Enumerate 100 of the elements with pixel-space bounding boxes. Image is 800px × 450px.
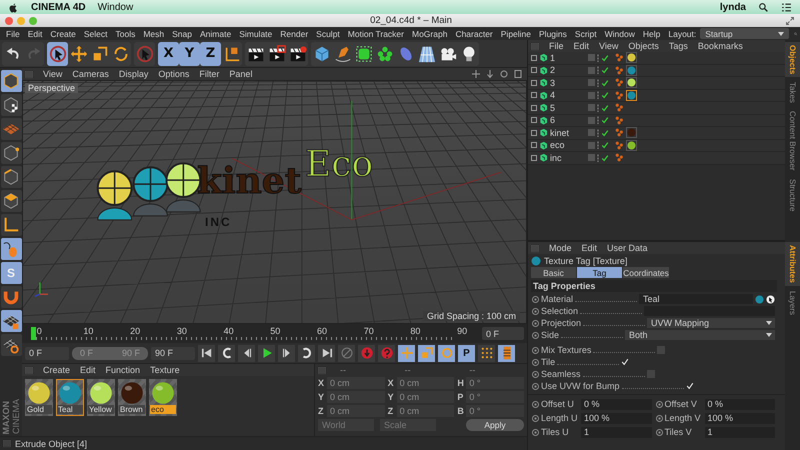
menu-item[interactable]: Mesh	[139, 28, 168, 38]
grip-icon[interactable]	[318, 366, 326, 374]
menu-item[interactable]: Script	[570, 28, 601, 38]
key-param-button[interactable]: P	[458, 344, 475, 362]
menu-item[interactable]: Edit	[570, 41, 594, 51]
menu-item[interactable]: Edit	[76, 365, 100, 375]
menu-item[interactable]: Panel	[225, 69, 256, 79]
points-button[interactable]	[0, 142, 22, 164]
menu-item[interactable]: Window	[98, 2, 134, 12]
fullscreen-icon[interactable]	[785, 16, 795, 26]
checkbox[interactable]	[657, 346, 666, 354]
menu-item[interactable]: Character	[451, 28, 497, 38]
object-name[interactable]: kinet	[550, 128, 582, 138]
phong-tag-icon[interactable]	[615, 66, 624, 75]
grip-icon[interactable]	[3, 440, 11, 447]
menu-item[interactable]: Display	[114, 69, 152, 79]
checkbox[interactable]	[686, 382, 694, 390]
layer-swatch[interactable]	[588, 79, 595, 86]
menu-item[interactable]: Tags	[664, 41, 692, 51]
menu-item[interactable]: Function	[102, 365, 144, 375]
edges-button[interactable]	[0, 166, 22, 188]
layer-swatch[interactable]	[588, 92, 595, 99]
pick-cursor-icon[interactable]	[766, 294, 775, 304]
layer-swatch[interactable]	[588, 104, 595, 112]
checkbox[interactable]	[646, 370, 655, 378]
keysel-button[interactable]	[378, 344, 395, 362]
menu-item[interactable]: Render	[276, 28, 312, 38]
phong-tag-icon[interactable]	[615, 153, 624, 162]
menu-item[interactable]: Tools	[112, 28, 140, 38]
material-swatch[interactable]: Gold	[25, 379, 53, 416]
number-field[interactable]: 100 %	[704, 412, 775, 424]
object-name[interactable]: inc	[550, 152, 582, 163]
timeline-button[interactable]	[498, 344, 515, 362]
dropdown[interactable]: Both	[625, 330, 775, 340]
menu-item[interactable]: Pipeline	[496, 28, 536, 38]
menu-item[interactable]: View	[39, 69, 66, 79]
side-tab[interactable]: Takes	[785, 79, 800, 106]
maximize-icon[interactable]	[513, 69, 523, 79]
grip-icon[interactable]	[25, 366, 33, 374]
side-tab[interactable]: Objects	[785, 42, 800, 78]
number-field[interactable]: 1	[581, 426, 652, 438]
menu-item[interactable]: Animate	[196, 28, 236, 38]
key-scale-button[interactable]	[418, 344, 435, 362]
number-field[interactable]: 0 %	[704, 398, 775, 410]
side-tab[interactable]: Attributes	[785, 242, 800, 286]
side-tab[interactable]: Content Browser	[785, 108, 800, 174]
polygons-button[interactable]	[0, 190, 22, 212]
side-tab[interactable]: Layers	[785, 288, 800, 318]
start-frame-field[interactable]: 0 F	[25, 346, 69, 360]
key-move-button[interactable]	[398, 344, 415, 362]
number-field[interactable]: 0 %	[581, 398, 652, 410]
menu-item[interactable]: Edit	[578, 243, 602, 253]
prev-frame-button[interactable]	[238, 344, 255, 362]
tweak-button[interactable]	[0, 238, 22, 260]
menu-item[interactable]: Motion Tracker	[344, 28, 408, 38]
object-name[interactable]: 3	[550, 78, 582, 88]
layer-swatch[interactable]	[588, 154, 595, 162]
apple-icon[interactable]	[8, 2, 19, 12]
rotate-view-icon[interactable]	[499, 69, 509, 79]
model-button[interactable]	[0, 70, 22, 92]
lock-button[interactable]	[0, 310, 22, 332]
search-icon[interactable]	[758, 2, 769, 12]
prev-key-button[interactable]	[218, 344, 235, 362]
attribute-tab[interactable]: Basic	[531, 267, 576, 278]
autokey-button[interactable]	[358, 344, 375, 362]
grip-icon[interactable]	[531, 244, 539, 252]
dropdown[interactable]: UVW Mapping	[647, 318, 775, 328]
material-swatch[interactable]: Yellow	[87, 379, 115, 416]
app-menu[interactable]: CINEMA 4D	[31, 2, 86, 12]
attribute-tab[interactable]: Coordinates	[623, 267, 669, 278]
menu-item[interactable]: Bookmarks	[694, 41, 747, 51]
object-name[interactable]: eco	[550, 140, 582, 150]
phong-tag-icon[interactable]	[615, 140, 624, 150]
object-name[interactable]: 2	[550, 65, 582, 76]
workplane-button[interactable]	[0, 118, 22, 140]
to-start-button[interactable]	[198, 344, 215, 362]
layer-swatch[interactable]	[588, 54, 595, 62]
grip-icon[interactable]	[531, 42, 539, 50]
menu-item[interactable]: Help	[638, 28, 664, 38]
magnet-button[interactable]	[0, 286, 22, 308]
menu-item[interactable]: Mode	[545, 243, 576, 253]
attribute-tab[interactable]: Tag	[577, 267, 622, 278]
phong-tag-icon[interactable]	[615, 53, 624, 62]
layer-swatch[interactable]	[588, 142, 595, 149]
list-icon[interactable]	[781, 2, 792, 12]
layer-swatch[interactable]	[588, 129, 595, 136]
number-field[interactable]: 100 %	[581, 412, 652, 424]
phong-tag-icon[interactable]	[615, 116, 624, 125]
layer-swatch[interactable]	[588, 116, 595, 124]
material-swatch[interactable]: Brown	[118, 379, 146, 416]
menu-item[interactable]: Create	[46, 28, 80, 38]
menu-item[interactable]: Objects	[624, 41, 663, 51]
object-name[interactable]: 4	[550, 90, 582, 100]
menu-item[interactable]: Edit	[24, 28, 46, 38]
menu-item[interactable]: File	[545, 41, 568, 51]
axis-lock-button[interactable]: X	[158, 42, 179, 66]
planar-button[interactable]	[0, 334, 22, 356]
move-view-icon[interactable]	[471, 69, 481, 79]
texture-button[interactable]	[0, 94, 22, 116]
object-name[interactable]: 5	[550, 102, 582, 113]
